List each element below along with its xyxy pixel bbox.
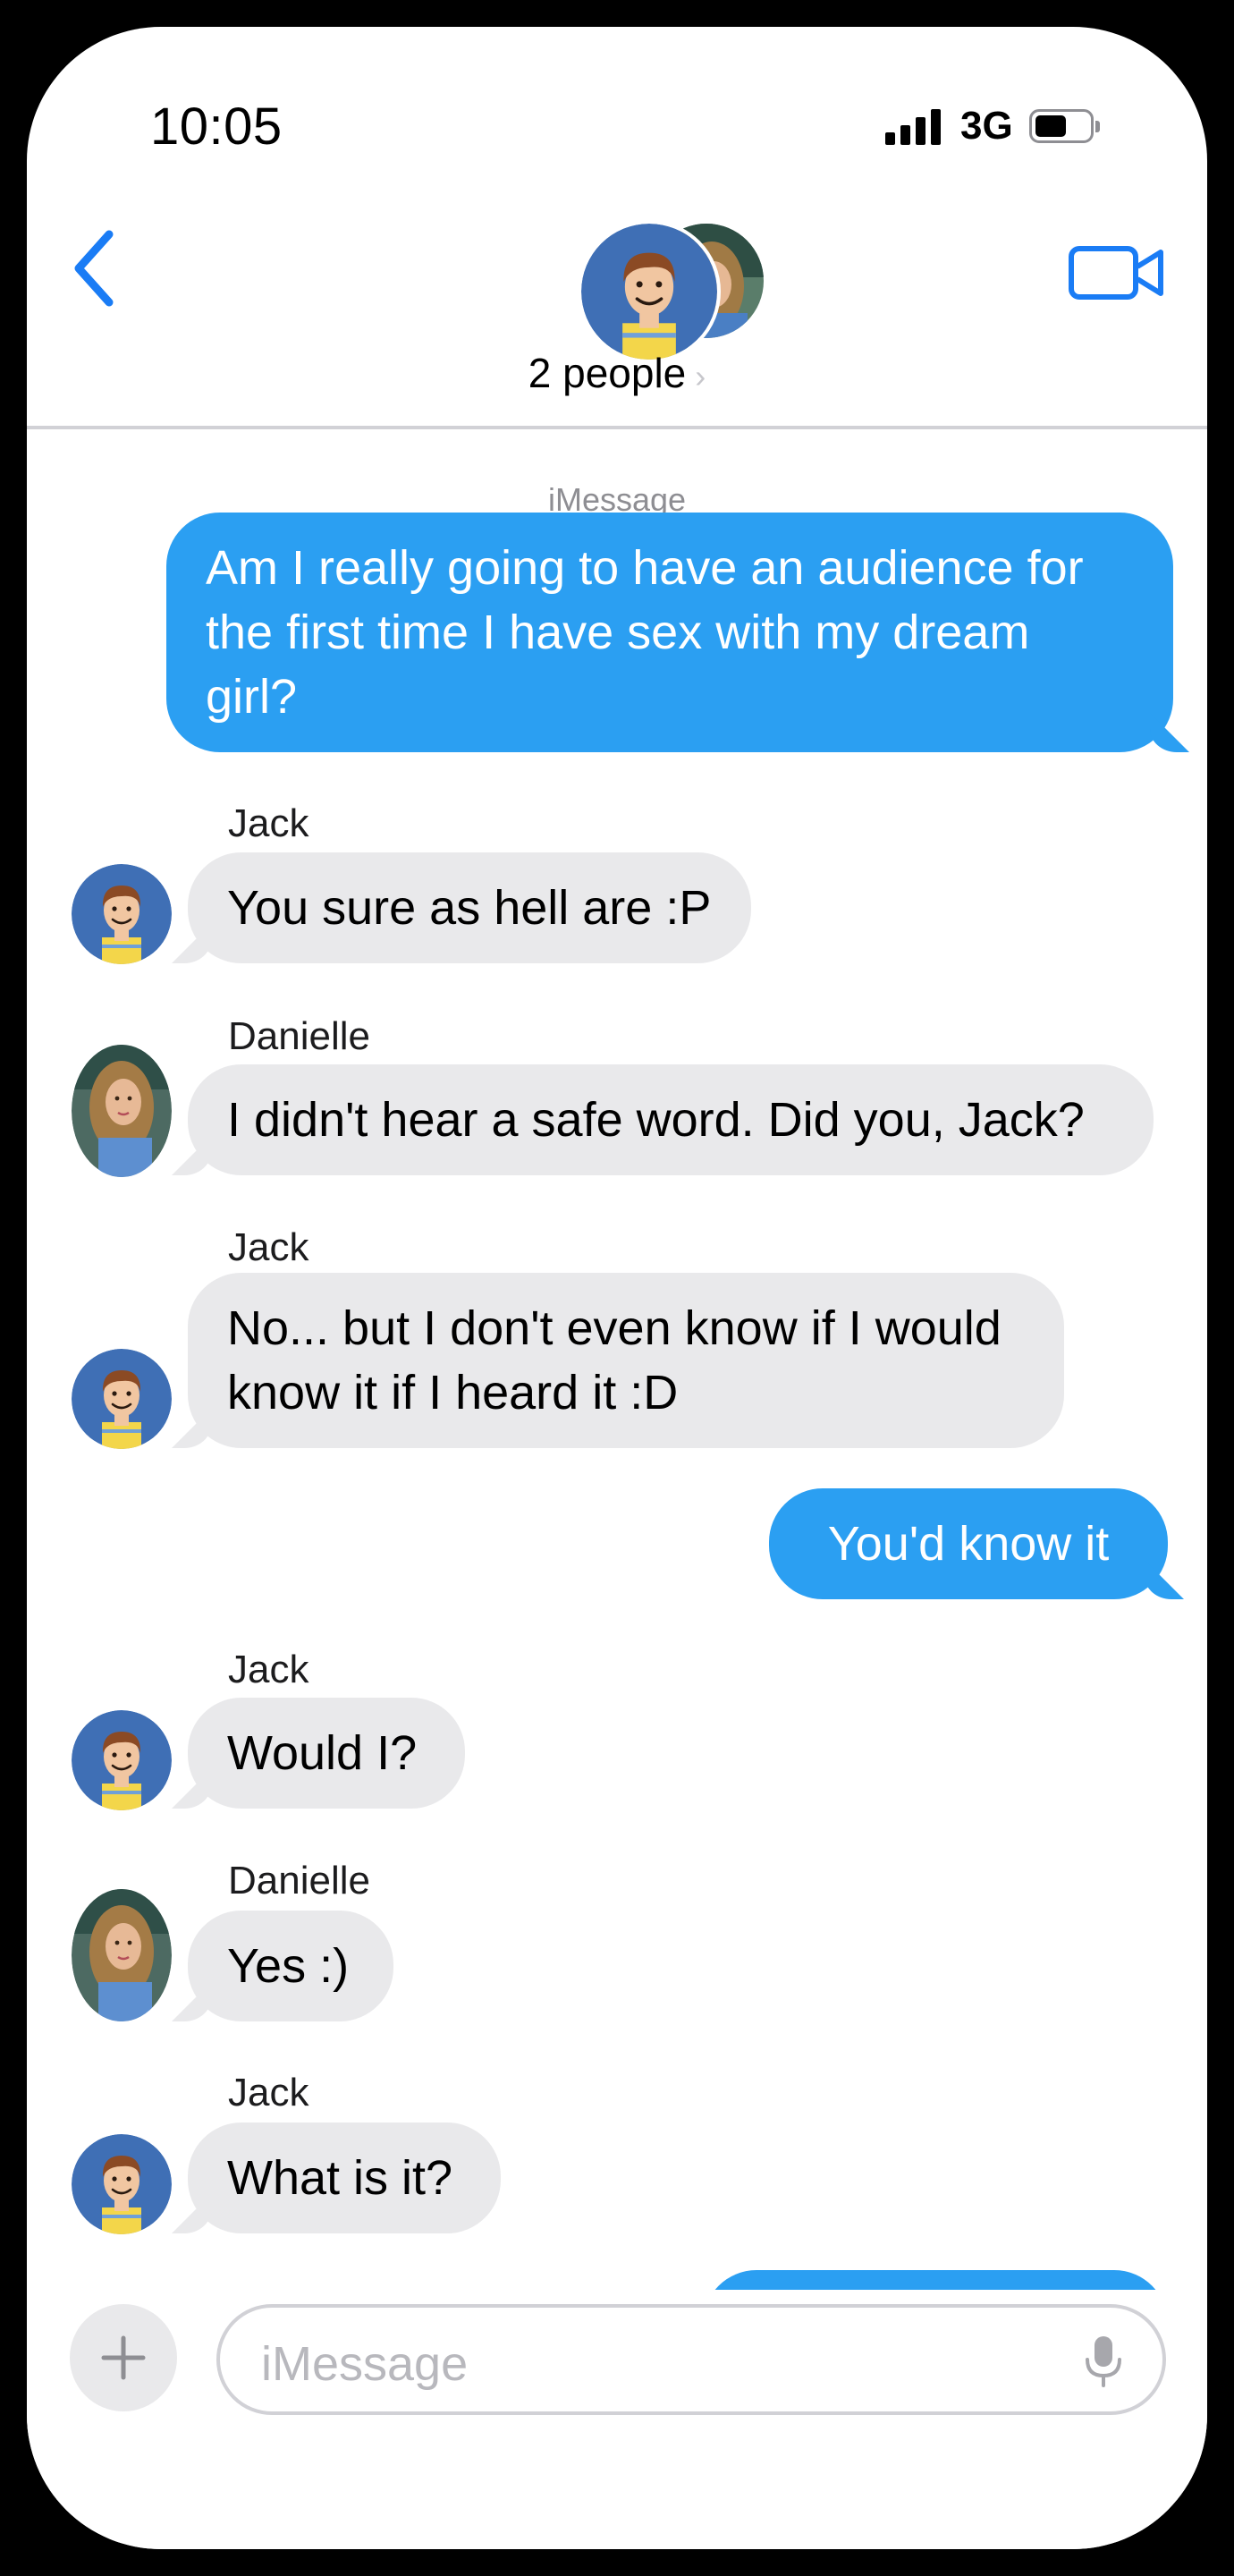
battery-icon bbox=[1028, 109, 1100, 143]
microphone-icon[interactable] bbox=[1084, 2334, 1123, 2388]
jack-avatar bbox=[72, 864, 172, 964]
message-text: I didn't hear a safe word. Did you, Jack… bbox=[227, 1093, 1085, 1147]
group-name-label: 2 people bbox=[528, 350, 687, 396]
chevron-left-icon bbox=[74, 230, 114, 307]
outgoing-message-bubble[interactable]: Am I really going to have an audience fo… bbox=[166, 513, 1173, 752]
video-camera-icon bbox=[1069, 246, 1163, 300]
back-button[interactable] bbox=[63, 215, 134, 322]
outgoing-message-bubble[interactable]: You'd know it bbox=[769, 1488, 1168, 1599]
incoming-message-bubble[interactable]: You sure as hell are :P bbox=[188, 852, 751, 963]
jack-avatar-large bbox=[578, 220, 721, 363]
message-text: No... but I don't even know if I would k… bbox=[227, 1301, 1002, 1419]
message-text: Am I really going to have an audience fo… bbox=[206, 541, 1084, 724]
plus-icon bbox=[101, 2335, 146, 2380]
chevron-right-icon: › bbox=[695, 358, 706, 394]
header-divider bbox=[27, 426, 1207, 429]
incoming-message-bubble[interactable]: No... but I don't even know if I would k… bbox=[188, 1273, 1064, 1448]
danielle-avatar bbox=[72, 1889, 172, 2021]
message-text: What is it? bbox=[227, 2151, 453, 2205]
status-time: 10:05 bbox=[150, 97, 283, 156]
messages-screen: 10:05 3G 2 people › iMessage Am I really… bbox=[27, 27, 1207, 2549]
facetime-video-button[interactable] bbox=[1064, 225, 1171, 315]
message-input-placeholder: iMessage bbox=[261, 2337, 469, 2391]
sender-name: Danielle bbox=[228, 1859, 370, 1902]
danielle-avatar bbox=[72, 1045, 172, 1177]
message-text: Yes :) bbox=[227, 1939, 350, 1993]
sender-name: Jack bbox=[228, 801, 309, 845]
apps-button[interactable] bbox=[70, 2304, 177, 2411]
group-name-button[interactable]: 2 people › bbox=[27, 349, 1207, 397]
status-indicators: 3G bbox=[885, 104, 1100, 148]
incoming-message-bubble[interactable]: Yes :) bbox=[188, 1911, 393, 2021]
sender-name: Jack bbox=[228, 2071, 309, 2114]
message-text: You'd know it bbox=[827, 1517, 1110, 1571]
jack-avatar bbox=[72, 2134, 172, 2234]
message-text: Would I? bbox=[227, 1726, 418, 1780]
incoming-message-bubble[interactable]: What is it? bbox=[188, 2123, 501, 2233]
sender-name: Danielle bbox=[228, 1014, 370, 1058]
sender-name: Jack bbox=[228, 1648, 309, 1691]
incoming-message-bubble[interactable]: Would I? bbox=[188, 1698, 465, 1809]
jack-avatar bbox=[72, 1710, 172, 1810]
network-type: 3G bbox=[960, 104, 1013, 148]
incoming-message-bubble[interactable]: I didn't hear a safe word. Did you, Jack… bbox=[188, 1064, 1154, 1175]
message-text: You sure as hell are :P bbox=[227, 881, 712, 935]
message-input[interactable]: iMessage bbox=[216, 2304, 1166, 2415]
jack-avatar bbox=[72, 1349, 172, 1449]
sender-name: Jack bbox=[228, 1225, 309, 1269]
cellular-signal-icon bbox=[885, 107, 941, 145]
group-avatar[interactable] bbox=[578, 197, 764, 363]
